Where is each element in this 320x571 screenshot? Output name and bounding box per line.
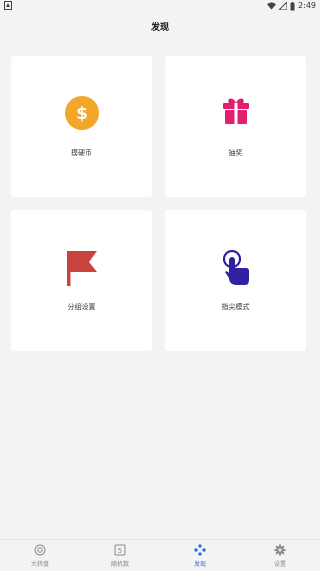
nav-label: 设置 — [273, 561, 286, 568]
notification-icon — [4, 1, 12, 10]
card-label: 摸硬币 — [71, 149, 92, 157]
status-bar: 2:49 — [0, 0, 320, 12]
gear-icon — [274, 544, 286, 556]
nav-item-discover[interactable]: 发现 — [160, 540, 240, 571]
gift-icon — [222, 98, 249, 124]
wifi-icon — [267, 2, 277, 10]
status-time: 2:49 — [298, 1, 316, 10]
nav-item-wheel[interactable]: 大转盘 — [0, 540, 80, 571]
svg-text:5: 5 — [118, 547, 122, 555]
card-coin-flip[interactable]: $ 摸硬币 — [11, 56, 152, 197]
coin-dollar-icon: $ — [64, 96, 99, 130]
bottom-nav: 大转盘 5 随机数 发现 设置 — [0, 539, 320, 571]
nav-label: 随机数 — [110, 561, 129, 568]
touch-finger-icon — [222, 250, 249, 285]
status-right: 2:49 — [267, 1, 316, 11]
battery-icon — [290, 1, 295, 10]
nav-item-random-number[interactable]: 5 随机数 — [80, 540, 160, 571]
nav-item-settings[interactable]: 设置 — [240, 540, 320, 571]
card-finger-mode[interactable]: 指尖模式 — [165, 210, 306, 351]
card-label: 抽奖 — [228, 149, 243, 157]
page-title: 发现 — [150, 23, 169, 33]
card-group-settings[interactable]: 分组设置 — [11, 210, 152, 351]
wheel-icon — [34, 544, 46, 556]
nav-label: 大转盘 — [30, 561, 49, 568]
dice-number-icon: 5 — [114, 544, 126, 556]
card-label: 指尖模式 — [221, 303, 250, 311]
card-lottery[interactable]: 抽奖 — [165, 56, 306, 197]
gamepad-icon — [194, 544, 206, 556]
svg-text:$: $ — [76, 104, 88, 124]
signal-icon — [279, 2, 288, 10]
nav-label: 发现 — [193, 561, 206, 568]
card-label: 分组设置 — [67, 303, 96, 311]
flag-icon — [66, 251, 97, 286]
